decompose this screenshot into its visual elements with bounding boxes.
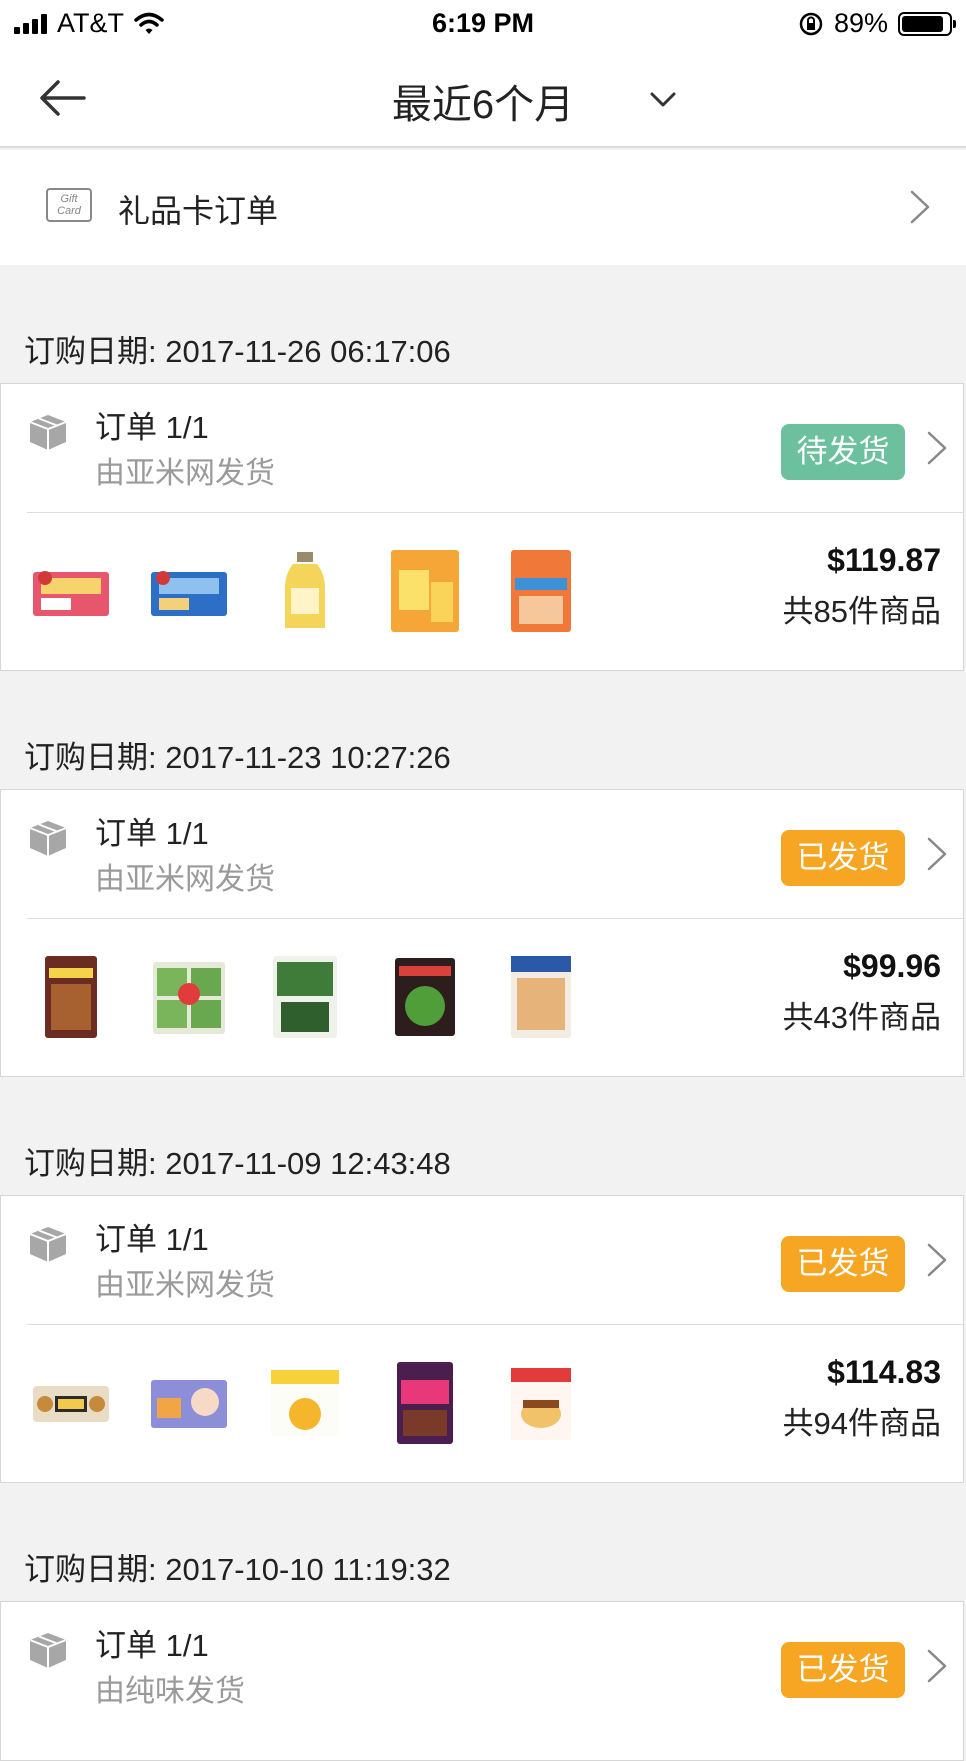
nav-bar: 最近6个月 [0, 50, 966, 148]
package-icon [29, 415, 67, 450]
chevron-right-icon [927, 431, 947, 465]
order-card: 订单 1/1 由纯味发货 已发货 [0, 1601, 964, 1761]
product-thumbnail [45, 956, 97, 1038]
order-total: $114.83 [827, 1354, 941, 1390]
item-count: 共43件商品 [782, 1000, 941, 1035]
item-count: 共85件商品 [782, 594, 941, 629]
seller-label: 由亚米网发货 [95, 457, 275, 490]
product-thumbnail [151, 571, 227, 616]
order-date-label: 订购日期: 2017-10-10 11:19:32 [24, 1552, 451, 1587]
order-items-row[interactable]: $119.87 共85件商品 [1, 512, 963, 670]
chevron-down-icon[interactable] [646, 82, 680, 116]
product-thumbnail [153, 962, 225, 1034]
item-count: 共94件商品 [782, 1406, 941, 1441]
product-thumbnail [33, 571, 109, 616]
order-number: 订单 1/1 [95, 1628, 209, 1663]
product-thumbnail [511, 1368, 571, 1440]
product-thumbnail [397, 1362, 453, 1444]
order-items-row[interactable]: $99.96 共43件商品 [1, 918, 963, 1076]
order-card: 订单 1/1 由亚米网发货 已发货 [0, 1195, 964, 1483]
order-number: 订单 1/1 [95, 816, 209, 851]
status-bar: AT&T 6:19 PM 89% [0, 0, 966, 50]
battery-percent: 89% [833, 8, 888, 38]
chevron-right-icon [927, 1649, 947, 1683]
status-badge: 已发货 [781, 1236, 905, 1292]
order-items-row[interactable]: $114.83 共94件商品 [1, 1324, 963, 1482]
order-total: $119.87 [827, 542, 941, 578]
product-thumbnail [151, 1380, 227, 1428]
product-thumbnail [395, 958, 455, 1036]
order-card: 订单 1/1 由亚米网发货 待发货 $119.87 共85件商品 [0, 383, 964, 671]
seller-label: 由纯味发货 [95, 1675, 245, 1708]
gift-card-icon: Gift Card [46, 188, 92, 222]
package-icon [29, 821, 67, 856]
page-title[interactable]: 最近6个月 [392, 83, 574, 127]
chevron-right-icon [910, 190, 930, 224]
order-header[interactable]: 订单 1/1 由亚米网发货 已发货 [1, 1196, 963, 1324]
package-icon [29, 1633, 67, 1668]
order-header[interactable]: 订单 1/1 由亚米网发货 待发货 [1, 384, 963, 512]
order-header[interactable]: 订单 1/1 由亚米网发货 已发货 [1, 790, 963, 918]
order-total: $99.96 [843, 948, 941, 984]
gift-card-orders-row[interactable]: Gift Card 礼品卡订单 [0, 150, 966, 265]
status-badge: 待发货 [781, 424, 905, 480]
orientation-lock-icon [799, 12, 823, 35]
package-icon [29, 1227, 67, 1262]
status-right: 89% [798, 8, 956, 39]
chevron-right-icon [927, 837, 947, 871]
battery-fill [902, 15, 943, 32]
product-thumbnail [391, 550, 459, 632]
product-thumbnail [33, 1386, 109, 1422]
status-badge: 已发货 [781, 1642, 905, 1698]
order-number: 订单 1/1 [95, 410, 209, 445]
product-thumbnail [511, 956, 571, 1038]
chevron-right-icon [927, 1243, 947, 1277]
order-number: 订单 1/1 [95, 1222, 209, 1257]
order-date-label: 订购日期: 2017-11-26 06:17:06 [24, 334, 451, 369]
gift-card-label: 礼品卡订单 [118, 193, 279, 229]
product-thumbnail [285, 552, 325, 628]
order-card: 订单 1/1 由亚米网发货 已发货 [0, 789, 964, 1077]
battery-icon [898, 11, 956, 36]
product-thumbnail [273, 956, 337, 1038]
order-date-label: 订购日期: 2017-11-09 12:43:48 [24, 1146, 451, 1181]
status-badge: 已发货 [781, 830, 905, 886]
seller-label: 由亚米网发货 [95, 863, 275, 896]
product-thumbnail [271, 1370, 339, 1436]
product-thumbnail [511, 550, 571, 632]
order-header[interactable]: 订单 1/1 由纯味发货 已发货 [1, 1602, 963, 1730]
seller-label: 由亚米网发货 [95, 1269, 275, 1302]
order-date-label: 订购日期: 2017-11-23 10:27:26 [24, 740, 451, 775]
title-wrap: 最近6个月 [0, 72, 966, 130]
